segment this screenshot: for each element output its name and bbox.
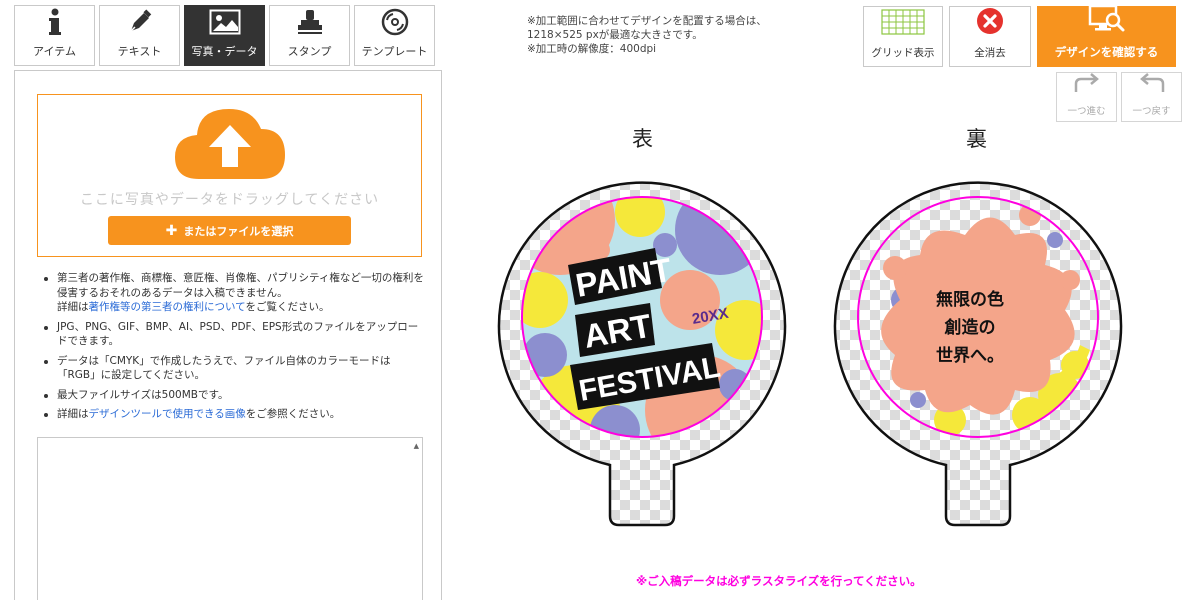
scroll-up-arrow-icon[interactable]: ▲ bbox=[414, 442, 419, 450]
confirm-design-label: デザインを確認する bbox=[1054, 45, 1159, 59]
undo-label: 一つ戻す bbox=[1132, 106, 1171, 117]
disc-icon bbox=[381, 7, 409, 37]
tab-text-label: テキスト bbox=[117, 45, 162, 58]
tab-template[interactable]: テンプレート bbox=[354, 5, 435, 66]
monitor-search-icon bbox=[1088, 4, 1126, 38]
note-text: をご参照ください。 bbox=[245, 408, 341, 420]
design-tool: アイテム テキスト 写真・データ スタンプ テンプレート ※加工範囲に合わせてデ… bbox=[0, 0, 1200, 600]
image-list-area[interactable]: ▲ bbox=[37, 437, 423, 600]
rasterize-warning: ※ご入稿データは必ずラスタライズを行ってください。 bbox=[636, 574, 922, 588]
tab-text[interactable]: テキスト bbox=[99, 5, 180, 66]
back-message-line1: 無限の色 bbox=[936, 289, 1004, 310]
clear-all-button[interactable]: 全消去 bbox=[949, 6, 1031, 67]
front-year: 20XX bbox=[691, 305, 730, 328]
info-icon bbox=[48, 7, 62, 37]
tool-tabs: アイテム テキスト 写真・データ スタンプ テンプレート bbox=[14, 5, 435, 66]
tab-photo-data[interactable]: 写真・データ bbox=[184, 5, 265, 66]
select-file-label: またはファイルを選択 bbox=[183, 224, 294, 238]
list-item: 詳細はデザインツールで使用できる画像をご参照ください。 bbox=[43, 407, 428, 422]
redo-icon bbox=[1072, 72, 1102, 100]
front-title-line2: ART bbox=[581, 307, 654, 355]
note-text: をご覧ください。 bbox=[245, 301, 330, 313]
grid-icon bbox=[881, 9, 925, 39]
copyright-link[interactable]: 著作権等の第三者の権利について bbox=[89, 301, 246, 313]
tab-stamp[interactable]: スタンプ bbox=[269, 5, 350, 66]
list-item: 最大ファイルサイズは500MBです。 bbox=[43, 388, 428, 403]
redo-label: 一つ進む bbox=[1067, 106, 1106, 117]
size-note-line: 1218×525 pxが最適な大きさです。 bbox=[527, 29, 703, 41]
front-label: 表 bbox=[632, 127, 653, 151]
upload-panel: ここに写真やデータをドラッグしてください ✚ またはファイルを選択 第三者の著作… bbox=[14, 70, 442, 600]
note-text: 第三者の著作権、商標権、意匠権、肖像権、パブリシティ権など一切の権利を侵害するお… bbox=[57, 272, 424, 299]
list-item: データは「CMYK」で作成したうえで、ファイル自体のカラーモードは「RGB」に設… bbox=[43, 354, 428, 383]
front-paddle[interactable]: PAINT ART FESTIVAL 20XX bbox=[497, 165, 787, 527]
grid-toggle-label: グリッド表示 bbox=[871, 47, 935, 59]
tab-stamp-label: スタンプ bbox=[287, 45, 332, 58]
back-artwork bbox=[881, 204, 1090, 436]
select-file-button[interactable]: ✚ またはファイルを選択 bbox=[108, 216, 351, 245]
upload-notes: 第三者の著作権、商標権、意匠権、肖像権、パブリシティ権など一切の権利を侵害するお… bbox=[43, 271, 428, 427]
tab-item-label: アイテム bbox=[33, 45, 76, 58]
back-message-line2: 創造の bbox=[944, 317, 996, 338]
drop-zone-text: ここに写真やデータをドラッグしてください bbox=[79, 192, 380, 208]
grid-toggle-button[interactable]: グリッド表示 bbox=[863, 6, 943, 67]
note-text: 詳細は bbox=[57, 301, 89, 313]
list-item: JPG、PNG、GIF、BMP、AI、PSD、PDF、EPS形式のファイルをアッ… bbox=[43, 320, 428, 349]
tab-template-label: テンプレート bbox=[361, 45, 428, 58]
stamp-icon bbox=[296, 7, 324, 37]
back-label: 裏 bbox=[966, 127, 987, 151]
size-notes: ※加工範囲に合わせてデザインを配置する場合は、 1218×525 pxが最適な大… bbox=[527, 14, 767, 56]
size-note-line: ※加工範囲に合わせてデザインを配置する場合は、 bbox=[527, 15, 767, 27]
back-message: 無限の色 創造の 世界へ。 bbox=[936, 289, 1004, 366]
back-message-line3: 世界へ。 bbox=[936, 346, 1004, 366]
front-artwork bbox=[522, 197, 762, 437]
plus-icon: ✚ bbox=[165, 222, 178, 239]
tab-item[interactable]: アイテム bbox=[14, 5, 95, 66]
front-title-line1: PAINT bbox=[573, 251, 675, 304]
front-title: PAINT ART FESTIVAL bbox=[573, 251, 723, 408]
image-icon bbox=[209, 7, 241, 37]
image-guide-link[interactable]: デザインツールで使用できる画像 bbox=[89, 408, 246, 420]
undo-button[interactable]: 一つ戻す bbox=[1121, 72, 1182, 122]
size-note-line: ※加工時の解像度：400dpi bbox=[527, 43, 657, 55]
close-circle-icon bbox=[976, 7, 1004, 39]
cloud-upload-icon bbox=[171, 105, 289, 185]
drop-zone[interactable]: ここに写真やデータをドラッグしてください ✚ またはファイルを選択 bbox=[37, 94, 422, 257]
list-item: 第三者の著作権、商標権、意匠権、肖像権、パブリシティ権など一切の権利を侵害するお… bbox=[43, 271, 428, 315]
confirm-design-button[interactable]: デザインを確認する bbox=[1037, 4, 1176, 67]
clear-all-label: 全消去 bbox=[974, 47, 1006, 59]
pen-icon bbox=[127, 7, 153, 37]
back-paddle[interactable]: 無限の色 創造の 世界へ。 bbox=[833, 181, 1123, 527]
note-text: 詳細は bbox=[57, 408, 89, 420]
tab-photo-data-label: 写真・データ bbox=[191, 45, 258, 58]
undo-icon bbox=[1137, 72, 1167, 100]
redo-button[interactable]: 一つ進む bbox=[1056, 72, 1117, 122]
front-title-line3: FESTIVAL bbox=[576, 351, 722, 408]
